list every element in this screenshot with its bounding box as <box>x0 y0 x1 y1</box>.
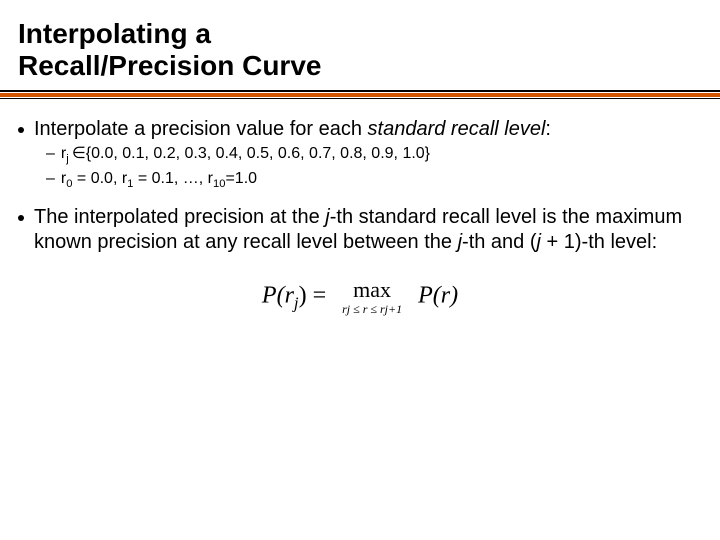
bullet-1-text-a: Interpolate a precision value for each <box>34 118 368 140</box>
bullet-2-a: The interpolated precision at the <box>34 206 325 228</box>
title-line-2: Recall/Precision Curve <box>18 50 321 81</box>
bullet-1: Interpolate a precision value for each s… <box>18 117 702 142</box>
formula: P(rj) = max rj ≤ r ≤ rj+1 P(r) <box>18 279 702 315</box>
bullet-2-c: -th and ( <box>462 231 536 253</box>
slide-title: Interpolating a Recall/Precision Curve <box>18 18 702 82</box>
bullet-dot-icon <box>18 127 24 133</box>
formula-eq: ) = <box>299 282 327 308</box>
sub2-b: = 0.0, r <box>72 170 127 187</box>
formula-max: max rj ≤ r ≤ rj+1 <box>342 279 402 315</box>
sub2-d: =1.0 <box>225 170 257 187</box>
formula-P-open: P(r <box>262 282 294 308</box>
sub1-rest: ∈{0.0, 0.1, 0.2, 0.3, 0.4, 0.5, 0.6, 0.7… <box>72 145 430 162</box>
dash-icon: – <box>46 144 55 166</box>
formula-max-range: rj ≤ r ≤ rj+1 <box>342 303 402 315</box>
title-line-1: Interpolating a <box>18 18 211 49</box>
sub-item-2: – r0 = 0.0, r1 = 0.1, …, r10=1.0 <box>46 169 702 191</box>
sub2-c-sub: 10 <box>213 178 225 190</box>
sub2-c: = 0.1, …, r <box>133 170 213 187</box>
formula-max-top: max <box>342 279 402 301</box>
formula-Pr: P(r) <box>418 282 458 308</box>
title-divider <box>0 90 720 99</box>
bullet-1-text-b: : <box>545 118 551 140</box>
slide-body: Interpolate a precision value for each s… <box>18 99 702 314</box>
bullet-1-em: standard recall level <box>368 118 546 140</box>
bullet-2: The interpolated precision at the j-th s… <box>18 205 702 255</box>
sub-list-1: – rj ∈{0.0, 0.1, 0.2, 0.3, 0.4, 0.5, 0.6… <box>46 144 702 190</box>
bullet-2-d: + 1)-th level: <box>541 231 657 253</box>
bullet-dot-icon <box>18 215 24 221</box>
dash-icon: – <box>46 169 55 191</box>
sub-item-1: – rj ∈{0.0, 0.1, 0.2, 0.3, 0.4, 0.5, 0.6… <box>46 144 702 166</box>
